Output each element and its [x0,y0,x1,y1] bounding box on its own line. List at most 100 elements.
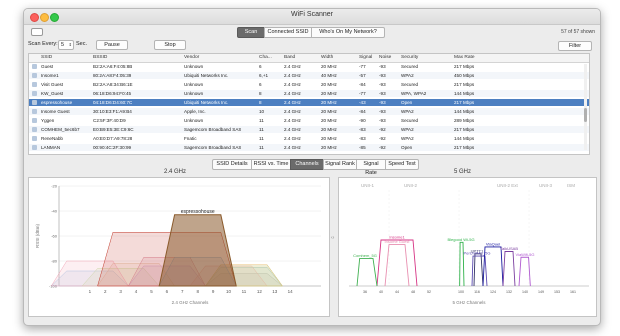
cell-security: Secured [401,64,419,69]
mode-tab-bar: Scan Connected SSID Who's On My Network?… [24,25,600,39]
table-scroll-thumb[interactable] [584,108,587,122]
table-row[interactable]: Yggen C2:5F:3F:40:D9 Unknown 11 2.4 GHz 20 MH… [29,117,589,124]
cell-width: 20 MHz [321,118,337,123]
x-tick-label: 6 [166,289,169,294]
table-row[interactable]: KW_Guest 06:18:D6:94:F0:45 Unknown 8 2.4 GHz… [29,90,589,97]
column-band[interactable]: Band [284,54,295,62]
cell-max-rate: 217 Mbps [454,82,475,87]
cell-ssid: COMHEM_5ec6b7 [41,127,80,132]
tab-whos-on-my-network[interactable]: Who's On My Network? [311,27,385,38]
cell-width: 20 MHz [321,100,337,105]
cell-noise: -93 [379,82,386,87]
x-tick-label: 5 [150,289,153,294]
column-bssid[interactable]: BSSID [93,54,107,62]
network-label: ViaQuel [486,241,500,246]
scan-interval-stepper[interactable]: 5 ⇕ [58,40,74,50]
column-noise[interactable]: Noise [379,54,391,62]
cell-max-rate: 217 Mbps [454,127,475,132]
x-tick-label: 52 [427,290,431,294]
stop-button[interactable]: Stop [154,40,186,50]
networks-table: SSID BSSID Vendor Cha... Band Width Sign… [28,53,590,155]
tab-channels[interactable]: Channels [290,159,324,170]
column-channel[interactable]: Cha... [259,54,272,62]
tab-signal-rate[interactable]: Signal Rate [356,159,386,176]
y-tick-label: -20 [51,184,58,189]
cell-noise: -93 [379,73,386,78]
cell-signal: -84 [359,82,366,87]
cell-channel: 11 [259,118,264,123]
cell-bssid: 00:90:4C:2F:30:99 [93,145,132,150]
column-signal[interactable]: Signal [359,54,372,62]
table-row[interactable]: Insome Guest 30:10:E3:F1:A9:B4 Apple, Inc.… [29,108,589,115]
cell-width: 20 MHz [321,82,337,87]
column-max-rate[interactable]: Max Rate [454,54,475,62]
tab-rssi-vs-time[interactable]: RSSI vs. Time [251,159,291,170]
chart-5ghz-panel: UNII-1 UNII-2 UNII-2 Ext UNII-3 ISM 36 40 44 48 5… [338,177,597,317]
cell-width: 20 MHz [321,91,337,96]
x-tick-label: 124 [490,290,496,294]
cell-channel: 6 [259,64,262,69]
wifi-network-icon [32,64,37,69]
splitter-handle-icon[interactable]: ‹› [331,235,334,241]
cell-vendor: Fnatic [184,136,197,141]
cell-signal: -84 [359,109,366,114]
cell-width: 40 MHz [321,73,337,78]
band-label: UNII-2 [404,183,417,188]
tab-scan[interactable]: Scan [237,27,265,38]
cell-vendor: Unknown [184,91,204,96]
network-channel-shape [502,251,516,287]
table-row[interactable]: ReneNabb A0:E0:D7:A9:78:28 Fnatic 11 2.4 GHz… [29,135,589,142]
cell-signal: -90 [359,118,366,123]
network-channel-shape [459,241,465,287]
cell-band: 2.4 GHz [284,136,301,141]
x-tick-label: 153 [554,290,560,294]
tab-connected-ssid[interactable]: Connected SSID [264,27,312,38]
cell-width: 20 MHz [321,136,337,141]
sidebar-toggle[interactable] [31,28,43,36]
wifi-network-icon [32,118,37,123]
cell-vendor: Unknown [184,64,204,69]
table-row[interactable]: Guest B2:2A:A6:F4:05:8B Unknown 6 2.4 GHz 20 … [29,63,589,70]
table-row[interactable]: Insome1 80:2A:A8:F4:05:39 Ubiquiti Network… [29,72,589,79]
tab-ssid-details[interactable]: SSID Details [212,159,252,170]
wifi-network-icon [32,91,37,96]
title-bar: WiFi Scanner [24,9,600,25]
tab-signal-rank[interactable]: Signal Rank [323,159,357,170]
cell-max-rate: 217 Mbps [454,100,475,105]
wifi-network-icon [32,73,37,78]
cell-vendor: Unknown [184,118,204,123]
tab-speed-test[interactable]: Speed Test [385,159,419,170]
column-security[interactable]: Security [401,54,418,62]
scan-controls: Scan Every: 5 ⇕ Sec. Pause Stop Filter [24,39,600,51]
pause-button[interactable]: Pause [96,40,128,50]
table-row[interactable]: COMHEM_5ec6b7 E0:B9:E5:3E:C9:6C Sagemcom B… [29,126,589,133]
scan-interval-value: 5 [61,42,65,48]
y-tick-label: -40 [51,209,58,214]
filter-button[interactable]: Filter [558,41,592,51]
x-tick-label: 1 [89,289,92,294]
table-row[interactable]: LANMAN 00:90:4C:2F:30:99 Sagemcom Broadban… [29,144,589,151]
cell-channel: 11 [259,136,264,141]
table-row[interactable]: espressohouse 04:18:D6:D4:60:7C Ubiquiti N… [29,99,589,106]
cell-channel: 11 [259,145,264,150]
cell-security: Open [401,100,413,105]
table-row[interactable]: Visit Guest B2:2A:A8:34:B6:1E Unknown 6 2.4 … [29,81,589,88]
x-tick-label: 10 [226,289,232,294]
chart-title-5ghz: 5 GHz [454,169,472,175]
column-ssid[interactable]: SSID [41,54,52,62]
column-width[interactable]: Width [321,54,333,62]
column-vendor[interactable]: Vendor [184,54,199,62]
cell-max-rate: 144 Mbps [454,136,475,141]
cell-noise: -93 [379,64,386,69]
cell-bssid: B2:2A:A8:34:B6:1E [93,82,133,87]
table-scrollbar[interactable] [584,64,587,150]
cell-vendor: Sagemcom Broadband SAS [184,127,242,132]
cell-security: WPA2 [401,73,414,78]
network-label: Blegood Wi-5G [447,237,474,242]
cell-band: 2.4 GHz [284,145,301,150]
x-tick-label: 13 [272,289,278,294]
network-channel-shape [473,253,484,287]
cell-channel: 10 [259,109,265,114]
x-axis-label: 5 GHz Channels [452,300,486,305]
scan-every-label: Scan Every: [28,41,58,47]
